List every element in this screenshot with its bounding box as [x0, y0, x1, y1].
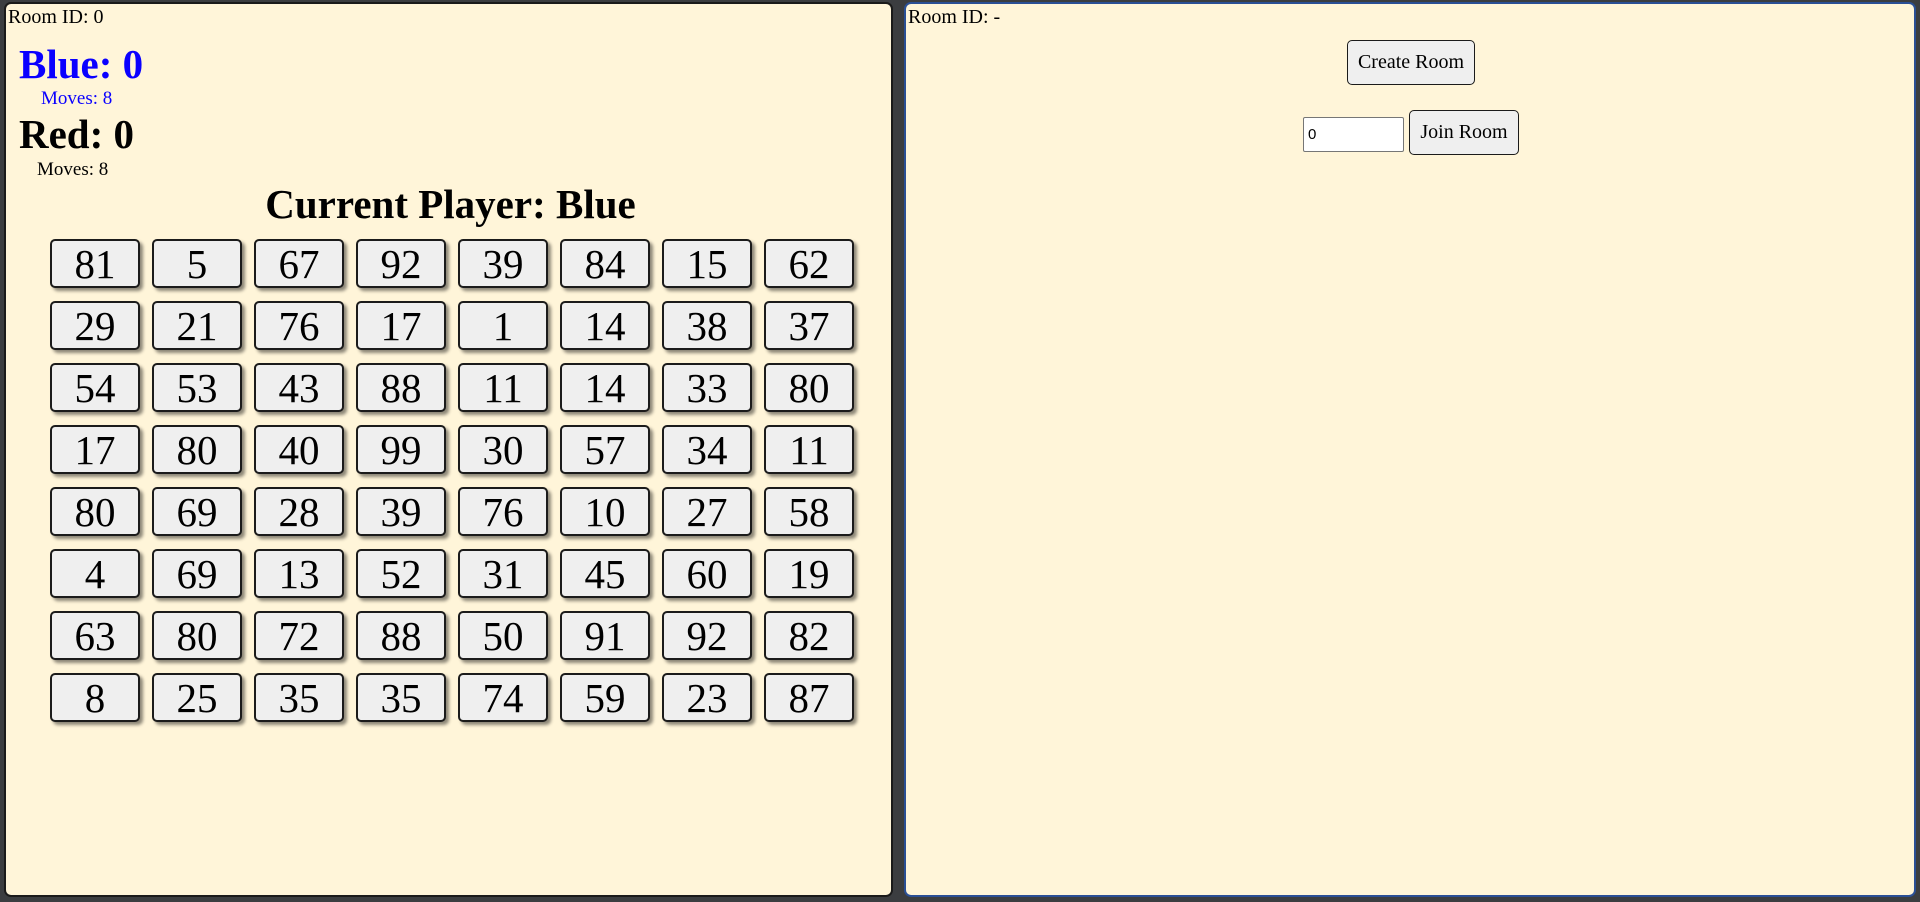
grid-cell[interactable]: 80: [152, 425, 242, 474]
grid-cell[interactable]: 92: [356, 239, 446, 288]
room-id-label: Room ID: 0: [8, 6, 104, 28]
left-game-panel: Room ID: 0 Blue: 0 Moves: 8 Red: 0 Moves…: [4, 2, 893, 897]
current-player-label: Current Player: Blue: [265, 181, 636, 227]
grid-cell[interactable]: 30: [458, 425, 548, 474]
red-moves: Moves: 8: [37, 159, 109, 180]
grid-cell[interactable]: 57: [560, 425, 650, 474]
grid-cell[interactable]: 37: [764, 301, 854, 350]
join-room-button[interactable]: Join Room: [1409, 110, 1519, 155]
grid-cell[interactable]: 39: [356, 487, 446, 536]
number-grid: 81 5 67 92 39 84 15 62 29 21 76 17 1 14 38 37 54 53 43 88 11…: [50, 239, 854, 722]
grid-cell[interactable]: 60: [662, 549, 752, 598]
grid-cell[interactable]: 4: [50, 549, 140, 598]
grid-cell[interactable]: 72: [254, 611, 344, 660]
grid-cell[interactable]: 87: [764, 673, 854, 722]
blue-score: Blue: 0: [19, 41, 144, 87]
grid-cell[interactable]: 33: [662, 363, 752, 412]
grid-cell[interactable]: 69: [152, 487, 242, 536]
grid-cell[interactable]: 99: [356, 425, 446, 474]
grid-cell[interactable]: 69: [152, 549, 242, 598]
grid-cell[interactable]: 54: [50, 363, 140, 412]
grid-cell[interactable]: 14: [560, 301, 650, 350]
grid-cell[interactable]: 67: [254, 239, 344, 288]
grid-cell[interactable]: 58: [764, 487, 854, 536]
blue-moves: Moves: 8: [41, 88, 113, 109]
grid-cell[interactable]: 50: [458, 611, 548, 660]
grid-cell[interactable]: 43: [254, 363, 344, 412]
grid-cell[interactable]: 74: [458, 673, 548, 722]
grid-cell[interactable]: 62: [764, 239, 854, 288]
grid-cell[interactable]: 14: [560, 363, 650, 412]
grid-cell[interactable]: 1: [458, 301, 548, 350]
grid-cell[interactable]: 21: [152, 301, 242, 350]
grid-cell[interactable]: 53: [152, 363, 242, 412]
grid-cell[interactable]: 11: [458, 363, 548, 412]
grid-cell[interactable]: 45: [560, 549, 650, 598]
grid-cell[interactable]: 88: [356, 611, 446, 660]
grid-cell[interactable]: 81: [50, 239, 140, 288]
grid-cell[interactable]: 31: [458, 549, 548, 598]
grid-cell[interactable]: 82: [764, 611, 854, 660]
grid-cell[interactable]: 63: [50, 611, 140, 660]
grid-cell[interactable]: 39: [458, 239, 548, 288]
grid-cell[interactable]: 84: [560, 239, 650, 288]
grid-cell[interactable]: 5: [152, 239, 242, 288]
grid-cell[interactable]: 38: [662, 301, 752, 350]
grid-cell[interactable]: 10: [560, 487, 650, 536]
grid-cell[interactable]: 17: [356, 301, 446, 350]
grid-cell[interactable]: 8: [50, 673, 140, 722]
grid-cell[interactable]: 25: [152, 673, 242, 722]
grid-cell[interactable]: 28: [254, 487, 344, 536]
grid-cell[interactable]: 17: [50, 425, 140, 474]
grid-cell[interactable]: 59: [560, 673, 650, 722]
grid-cell[interactable]: 52: [356, 549, 446, 598]
room-id-label: Room ID: -: [908, 6, 1001, 28]
grid-cell[interactable]: 11: [764, 425, 854, 474]
grid-cell[interactable]: 29: [50, 301, 140, 350]
red-score: Red: 0: [19, 111, 135, 157]
grid-cell[interactable]: 35: [356, 673, 446, 722]
grid-cell[interactable]: 27: [662, 487, 752, 536]
grid-cell[interactable]: 40: [254, 425, 344, 474]
right-lobby-panel: Room ID: - Create Room Join Room: [904, 2, 1916, 897]
grid-cell[interactable]: 35: [254, 673, 344, 722]
grid-cell[interactable]: 88: [356, 363, 446, 412]
room-id-input[interactable]: [1303, 117, 1404, 152]
grid-cell[interactable]: 13: [254, 549, 344, 598]
grid-cell[interactable]: 80: [764, 363, 854, 412]
grid-cell[interactable]: 19: [764, 549, 854, 598]
grid-cell[interactable]: 91: [560, 611, 650, 660]
grid-cell[interactable]: 15: [662, 239, 752, 288]
grid-cell[interactable]: 76: [458, 487, 548, 536]
grid-cell[interactable]: 76: [254, 301, 344, 350]
grid-cell[interactable]: 80: [50, 487, 140, 536]
grid-cell[interactable]: 80: [152, 611, 242, 660]
grid-cell[interactable]: 23: [662, 673, 752, 722]
create-room-button[interactable]: Create Room: [1347, 40, 1475, 85]
grid-cell[interactable]: 34: [662, 425, 752, 474]
grid-cell[interactable]: 92: [662, 611, 752, 660]
